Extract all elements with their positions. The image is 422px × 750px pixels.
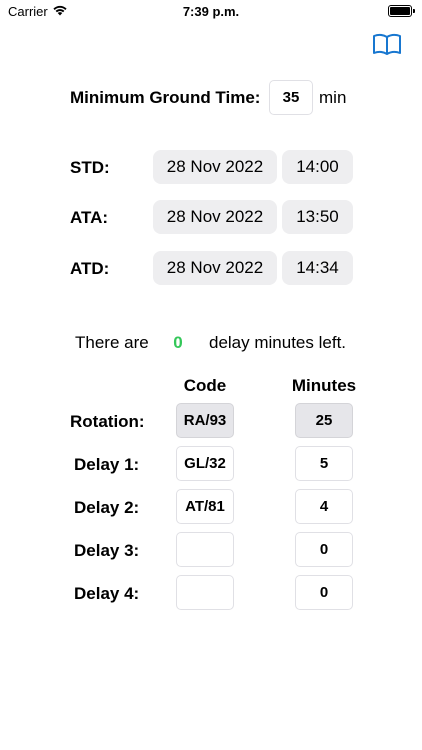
delay-3-minutes-field[interactable]: 0 <box>295 532 353 567</box>
ata-time-picker[interactable]: 13:50 <box>282 200 353 234</box>
delay-2-code-field[interactable]: AT/81 <box>176 489 234 524</box>
delay-3-code-field[interactable] <box>176 532 234 567</box>
delay-minutes-left-count: 0 <box>173 333 183 352</box>
ata-date-picker[interactable]: 28 Nov 2022 <box>153 200 277 234</box>
atd-date-picker[interactable]: 28 Nov 2022 <box>153 251 277 285</box>
delay-2-minutes-field[interactable]: 4 <box>295 489 353 524</box>
delay-summary-suffix: delay minutes left. <box>209 333 347 352</box>
ground-time-label: Minimum Ground Time: <box>70 88 261 107</box>
delay-4-minutes-field[interactable]: 0 <box>295 575 353 610</box>
status-bar: Carrier 7:39 p.m. <box>0 0 422 24</box>
ground-time-unit: min <box>319 88 347 107</box>
ata-label: ATA: <box>70 208 109 227</box>
ground-time-input[interactable]: 35 <box>269 80 313 115</box>
status-time: 7:39 p.m. <box>182 4 240 19</box>
std-label: STD: <box>70 158 110 177</box>
book-icon[interactable] <box>372 32 402 56</box>
delay-2-label: Delay 2: <box>74 498 140 517</box>
atd-label: ATD: <box>70 259 110 278</box>
delay-summary-prefix: There are <box>75 333 149 352</box>
rotation-minutes-field: 25 <box>295 403 353 438</box>
delay-4-label: Delay 4: <box>74 584 140 603</box>
delay-4-code-field[interactable] <box>176 575 234 610</box>
delay-1-code-field[interactable]: GL/32 <box>176 446 234 481</box>
rotation-label: Rotation: <box>70 412 145 431</box>
battery-icon <box>388 5 415 17</box>
rotation-code-field: RA/93 <box>176 403 234 438</box>
delay-3-label: Delay 3: <box>74 541 140 560</box>
delay-1-label: Delay 1: <box>74 455 140 474</box>
minutes-column-header: Minutes <box>291 376 357 395</box>
std-time-picker[interactable]: 14:00 <box>282 150 353 184</box>
std-date-picker[interactable]: 28 Nov 2022 <box>153 150 277 184</box>
delay-1-minutes-field[interactable]: 5 <box>295 446 353 481</box>
code-column-header: Code <box>183 376 227 395</box>
atd-time-picker[interactable]: 14:34 <box>282 251 353 285</box>
